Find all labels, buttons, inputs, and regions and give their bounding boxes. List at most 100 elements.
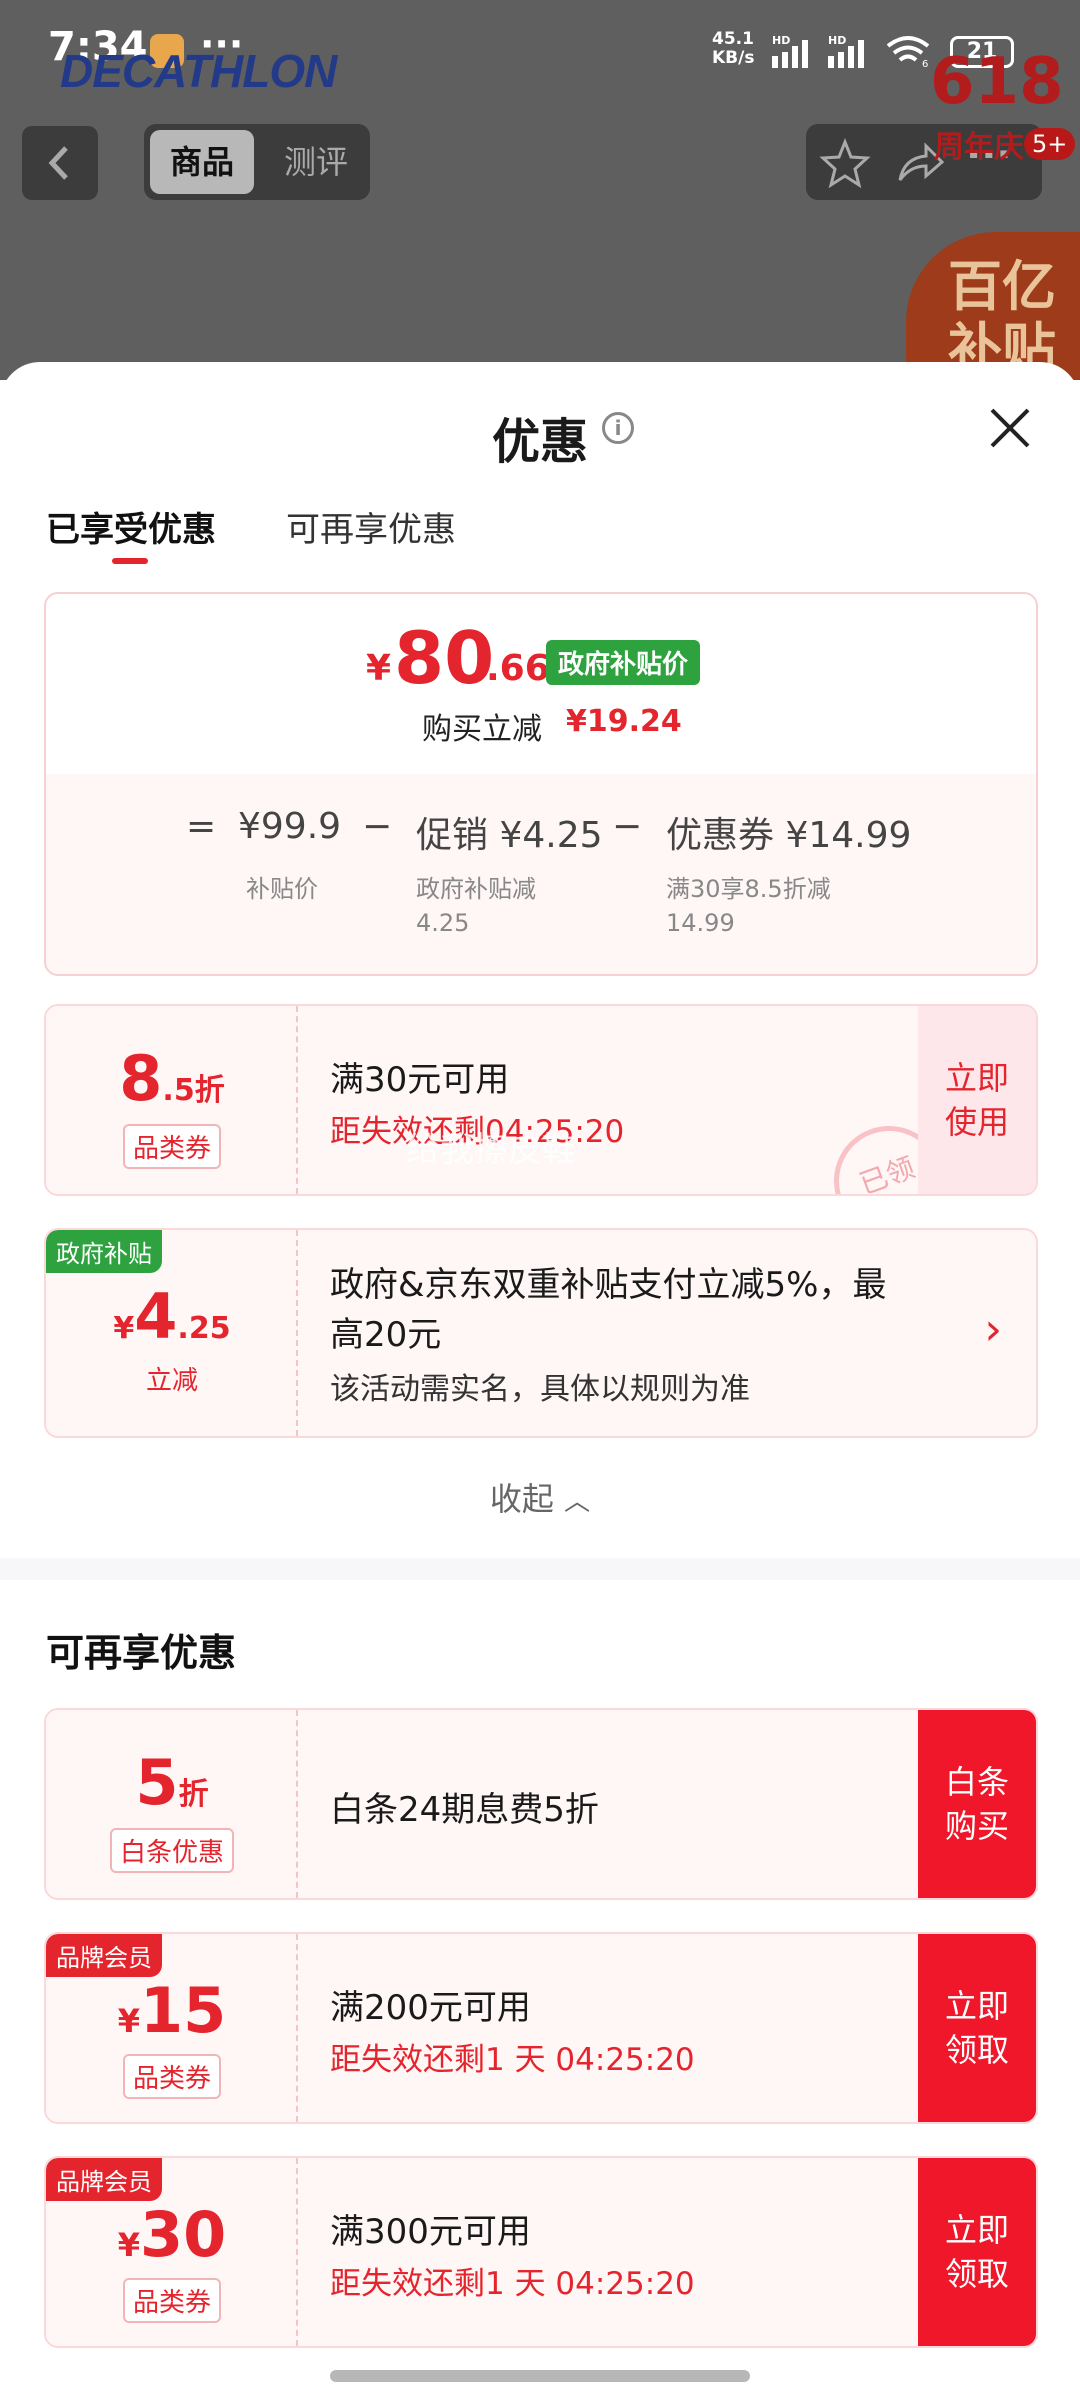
sheet-title: 优惠 — [491, 414, 588, 470]
subsidy-title-line: 政府&京东双重补贴支付立减5%，最 — [330, 1265, 887, 1305]
collapse-label: 收起 — [489, 1480, 554, 1518]
coupon-countdown: 距失效还剩1 天 04:25:20 — [330, 2266, 695, 2302]
subsidy-title: 政府&京东双重补贴支付立减5%，最 高20元 — [330, 1260, 886, 1360]
coupon-type: 立减 — [46, 1358, 298, 1399]
coupon-value-main: 8 — [119, 1042, 163, 1115]
chevron-right-icon[interactable]: › — [984, 1304, 1002, 1355]
brand-member-corner-tag: 品牌会员 — [46, 2158, 162, 2201]
coupon-type-label: 品类券 — [122, 2054, 221, 2099]
coupon-currency: ¥ — [117, 2002, 140, 2040]
coupon-countdown: 距失效还剩1 天 04:25:20 — [330, 2042, 695, 2078]
tab-review[interactable]: 测评 — [268, 130, 364, 194]
svg-text:HD: HD — [828, 34, 846, 47]
signal-icon-2: HD — [828, 34, 864, 68]
brand-logo: DECATHLON — [60, 45, 337, 97]
use-now-button[interactable]: 立即 使用 — [918, 1006, 1036, 1194]
coupon-title: 满30元可用 — [330, 1060, 510, 1100]
final-price-decimal: .66 — [486, 648, 550, 689]
tab-more-available[interactable]: 可再享优惠 — [286, 502, 456, 551]
promo-618-sub: 周年庆 — [934, 130, 1024, 165]
section-divider — [0, 1558, 1080, 1580]
svg-text:HD: HD — [772, 34, 790, 47]
chevron-left-icon — [48, 146, 68, 180]
coupon-card[interactable]: ¥15 品类券 品牌会员 满200元可用 距失效还剩1 天 04:25:20 立… — [44, 1932, 1038, 2124]
coupon-value-area: 5折 白条优惠 — [46, 1710, 298, 1898]
tab-product[interactable]: 商品 — [150, 130, 254, 194]
coupon-currency: ¥ — [117, 2226, 140, 2264]
tab-active-indicator — [112, 558, 148, 564]
reduce-amount: ¥19.24 — [566, 704, 682, 739]
chevron-up-icon: ︿ — [564, 1487, 591, 1517]
claim-now-button[interactable]: 立即 领取 — [918, 1934, 1036, 2122]
coupon-value-unit: .5折 — [162, 1073, 225, 1108]
coupon-value: ¥30 — [46, 2198, 298, 2271]
home-indicator[interactable] — [330, 2370, 750, 2382]
price-summary-card: ¥ 80 .66 政府补贴价 购买立减 ¥19.24 = ¥99.9 − 促销 … — [44, 592, 1038, 976]
coupon-title: 满200元可用 — [330, 1988, 531, 2028]
coupon-type-label: 品类券 — [122, 2278, 221, 2323]
promo-618-logo: 618 — [930, 45, 1064, 119]
coupon-type: 品类券 — [46, 2278, 298, 2323]
formula-coupon: 优惠券 ¥14.99 — [666, 815, 912, 856]
more-offers-title: 可再享优惠 — [46, 1631, 237, 1675]
offer-title: 白条24期息费5折 — [330, 1790, 599, 1830]
final-price: 80 — [394, 616, 495, 700]
coupon-value: ¥4.25 — [46, 1280, 298, 1353]
star-icon[interactable] — [818, 136, 872, 190]
gov-subsidy-price-tag: 政府补贴价 — [546, 640, 701, 685]
collapse-button[interactable]: 收起 ︿ — [0, 1474, 1080, 1520]
coupon-type: 品类券 — [46, 1124, 298, 1169]
cart-badge: 5+ — [1024, 128, 1076, 160]
wifi-icon: 6 — [886, 36, 930, 68]
claim-now-button[interactable]: 立即 领取 — [918, 2158, 1036, 2346]
price-currency: ¥ — [366, 648, 392, 689]
formula-minus: − — [612, 806, 643, 847]
net-speed-value: 45.1 — [712, 29, 754, 49]
promo-note-line: 政府补贴减 — [416, 875, 536, 903]
reduce-label: 购买立减 — [422, 712, 542, 747]
coupon-note-line: 14.99 — [666, 909, 735, 937]
formula-promo-note: 政府补贴减 4.25 — [416, 872, 536, 940]
coupon-type-label: 品类券 — [122, 1124, 221, 1169]
formula-base-note: 补贴价 — [246, 875, 318, 903]
back-button[interactable] — [22, 126, 98, 200]
subsidy-badge: 百亿补贴 — [906, 232, 1080, 380]
coupon-value: ¥15 — [46, 1974, 298, 2047]
signal-icon: HD — [772, 34, 808, 68]
coupon-value-unit: 折 — [178, 1777, 209, 1812]
promo-note-line: 4.25 — [416, 909, 470, 937]
offer-card[interactable]: 5折 白条优惠 白条24期息费5折 白条 购买 — [44, 1708, 1038, 1900]
coupon-value-unit: .25 — [177, 1311, 231, 1346]
subsidy-card[interactable]: ¥4.25 立减 政府补贴 政府&京东双重补贴支付立减5%，最 高20元 该活动… — [44, 1228, 1038, 1438]
gov-subsidy-corner-tag: 政府补贴 — [46, 1230, 162, 1273]
coupon-value-main: 30 — [139, 2198, 227, 2271]
coupon-value-main: 15 — [139, 1974, 227, 2047]
coupon-value-area: 8.5折 品类券 — [46, 1006, 298, 1194]
formula-promo: 促销 ¥4.25 — [416, 815, 603, 856]
coupon-type-label: 白条优惠 — [109, 1828, 234, 1873]
coupon-value-main: 4 — [134, 1280, 178, 1353]
svg-text:6: 6 — [922, 59, 928, 68]
coupon-type: 白条优惠 — [46, 1828, 298, 1873]
formula-minus: − — [362, 806, 393, 847]
coupon-value: 5折 — [46, 1746, 298, 1819]
coupon-card[interactable]: 8.5折 品类券 满30元可用 距失效还剩04:25:20 给我擦皮鞋 已领 立… — [44, 1004, 1038, 1196]
coupon-card[interactable]: ¥30 品类券 品牌会员 满300元可用 距失效还剩1 天 04:25:20 立… — [44, 2156, 1038, 2348]
info-icon[interactable]: i — [602, 412, 634, 444]
baitiao-buy-button[interactable]: 白条 购买 — [918, 1710, 1036, 1898]
coupon-note-line: 满30享8.5折减 — [666, 875, 831, 903]
subsidy-title-line: 高20元 — [330, 1315, 442, 1355]
formula-base-price: ¥99.9 — [238, 806, 342, 847]
close-icon[interactable] — [986, 404, 1034, 452]
brand-member-corner-tag: 品牌会员 — [46, 1934, 162, 1977]
watermark: 给我擦皮鞋 — [406, 1130, 576, 1170]
coupon-type-label: 立减 — [145, 1366, 198, 1396]
formula-equals: = — [186, 806, 217, 847]
background-page: 7:34 ··· 45.1 KB/s HD HD 6 21 DECATHLON … — [0, 0, 1080, 380]
coupon-currency: ¥ — [113, 1311, 135, 1346]
tab-enjoyed[interactable]: 已享受优惠 — [46, 502, 216, 551]
formula-coupon-note: 满30享8.5折减 14.99 — [666, 872, 831, 940]
coupon-value-main: 5 — [135, 1746, 179, 1819]
coupon-type: 品类券 — [46, 2054, 298, 2099]
subsidy-note: 该活动需实名，具体以规则为准 — [330, 1372, 750, 1407]
